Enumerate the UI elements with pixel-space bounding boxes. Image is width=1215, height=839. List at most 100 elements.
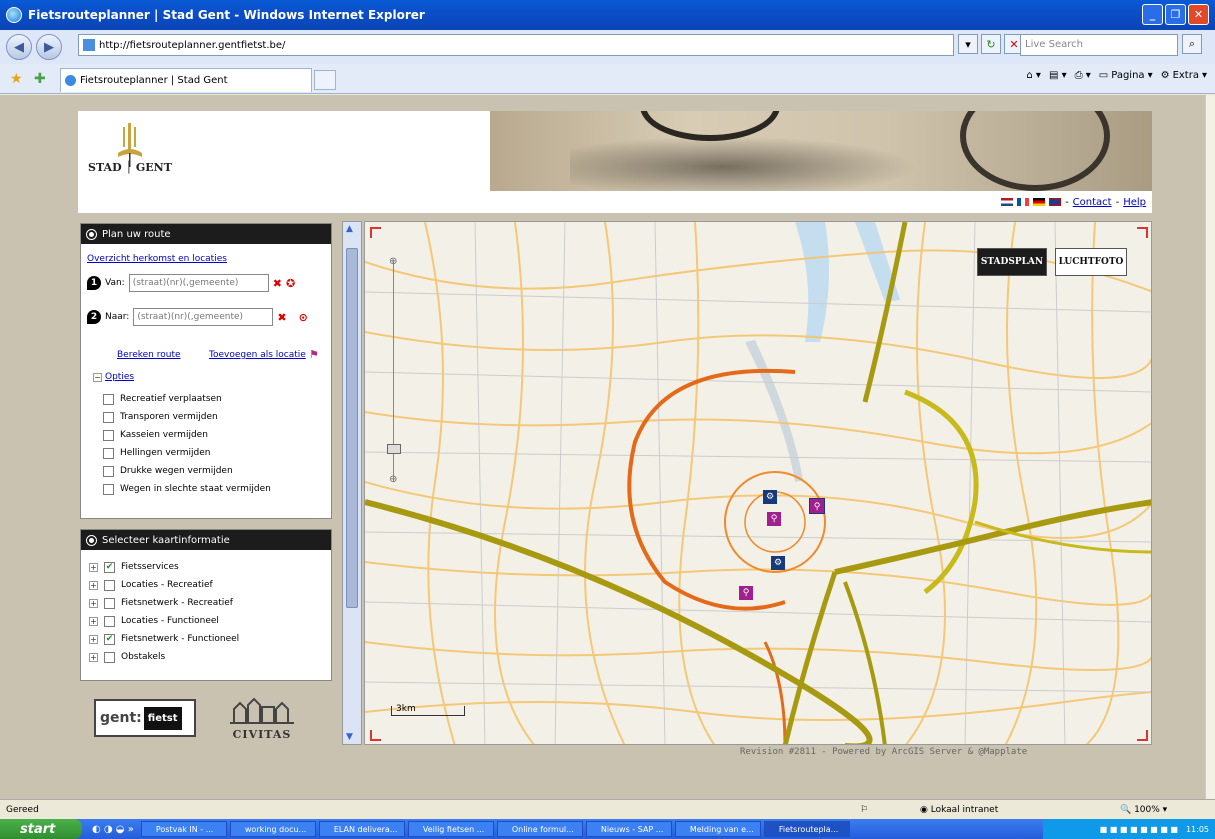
minimize-button[interactable]: _ [1142,4,1163,25]
dropdown-icon[interactable]: ▾ [958,34,978,54]
bike-parking-marker[interactable]: ⚲ [809,498,825,514]
expand-icon[interactable]: + [89,562,98,572]
option-checkbox[interactable] [103,483,114,495]
bike-parking-marker[interactable]: ⚲ [739,586,753,600]
home-icon[interactable]: ⌂ ▾ [1026,70,1041,81]
layer-checkbox[interactable] [104,651,115,663]
stadsplan-button[interactable]: STADSPLAN [977,248,1047,276]
taskbar-item[interactable]: Melding van e... [674,821,761,837]
site-logo[interactable]: STAD │ GENT [78,111,490,191]
expand-icon[interactable]: + [89,634,98,644]
add-favorite-icon[interactable]: ✚ [34,71,46,87]
taskbar-item[interactable]: Postvak IN - ... [140,821,227,837]
search-input[interactable]: Live Search [1020,34,1178,56]
layers-panel-header[interactable]: Selecteer kaartinformatie [81,530,331,550]
layer-row[interactable]: + Fietsnetwerk - Recreatief [89,594,331,612]
taskbar-item[interactable]: Nieuws - SAP ... [585,821,672,837]
expand-icon[interactable]: + [89,616,98,626]
to-input[interactable]: (straat)(nr)(,gemeente) [133,308,274,326]
route-panel-header[interactable]: Plan uw route [81,224,331,244]
calculate-route-link[interactable]: Bereken route [117,350,181,360]
help-link[interactable]: Help [1123,197,1146,208]
scroll-down-icon[interactable]: ▼ [346,732,353,742]
zoom-handle[interactable] [387,444,401,454]
maximize-button[interactable]: ❐ [1165,4,1186,25]
option-row[interactable]: Hellingen vermijden [103,444,271,462]
tab-fietsrouteplanner[interactable]: Fietsrouteplanner | Stad Gent [60,68,312,92]
page-menu[interactable]: ▭ Pagina ▾ [1099,70,1153,81]
expand-icon[interactable]: + [89,652,98,662]
layer-checkbox[interactable]: ✔ [104,633,115,645]
option-row[interactable]: Transporen vermijden [103,408,271,426]
option-row[interactable]: Recreatief verplaatsen [103,390,271,408]
back-button[interactable]: ◀ [6,34,32,60]
taskbar-item[interactable]: Online formul... [496,821,583,837]
option-checkbox[interactable] [103,465,114,477]
bike-parking-marker[interactable]: ⚲ [767,512,781,526]
search-icon[interactable]: ⌕ [1182,34,1202,54]
tools-menu[interactable]: ⚙ Extra ▾ [1161,70,1207,81]
option-checkbox[interactable] [103,447,114,459]
taskbar-item[interactable]: Veilig fietsen ... [407,821,494,837]
zoom-out-icon[interactable]: ⊖ [389,474,397,485]
close-button[interactable]: ✕ [1188,4,1209,25]
layer-row[interactable]: + Locaties - Functioneel [89,612,331,630]
feeds-icon[interactable]: ▤ ▾ [1049,70,1067,81]
add-location-icon[interactable]: ⚑ [309,348,319,361]
option-checkbox[interactable] [103,393,114,405]
start-button[interactable]: start [0,819,82,839]
flag-fr-icon[interactable] [1017,198,1030,206]
tray-icons[interactable]: ■ ■ ■ ■ ■ ■ ■ ■ [1100,825,1178,834]
layer-row[interactable]: + Obstakels [89,648,331,666]
layer-checkbox[interactable] [104,597,115,609]
gent-fietst-logo[interactable]: gent: fietst [94,699,196,737]
panel-scrollbar[interactable]: ▲ ▼ [342,221,362,745]
bike-service-marker[interactable]: ⚙ [763,490,777,504]
forward-button[interactable]: ▶ [36,34,62,60]
luchtfoto-button[interactable]: LUCHTFOTO [1055,248,1127,276]
layer-row[interactable]: + ✔ Fietsservices [89,558,331,576]
page-scrollbar[interactable] [1205,95,1215,799]
from-input[interactable]: (straat)(nr)(,gemeente) [128,274,269,292]
zoom-level[interactable]: 🔍 100% ▾ [1120,805,1167,815]
quicklaunch-icons[interactable]: ◐ ◑ ◒ » [92,824,134,835]
civitas-logo[interactable]: CIVITAS [228,695,296,741]
refresh-icon[interactable]: ↻ [981,34,1001,54]
layer-checkbox[interactable]: ✔ [104,561,115,573]
contact-link[interactable]: Contact [1073,197,1112,208]
zone-indicator[interactable]: ◉ Lokaal intranet [920,805,1120,815]
scroll-thumb[interactable] [346,248,358,608]
new-tab-button[interactable] [314,70,336,90]
flag-nl-icon[interactable] [1001,198,1014,206]
overview-link[interactable]: Overzicht herkomst en locaties [87,254,227,264]
locate-from-icon[interactable]: ✪ [286,277,295,290]
layer-row[interactable]: + Locaties - Recreatief [89,576,331,594]
address-bar[interactable]: http://fietsrouteplanner.gentfietst.be/ [78,34,954,56]
clear-to-icon[interactable]: ✖ [277,311,286,324]
layer-row[interactable]: + ✔ Fietsnetwerk - Functioneel [89,630,331,648]
flag-en-icon[interactable] [1049,198,1062,206]
taskbar-item[interactable]: ELAN delivera... [318,821,405,837]
scroll-up-icon[interactable]: ▲ [346,224,353,234]
bike-service-marker[interactable]: ⚙ [771,556,785,570]
option-row[interactable]: Kasseien vermijden [103,426,271,444]
taskbar-item[interactable]: working docu... [229,821,316,837]
zoom-in-icon[interactable]: ⊕ [389,256,397,267]
collapse-options-icon[interactable]: − [93,372,102,382]
clear-from-icon[interactable]: ✖ [273,277,282,290]
taskbar-item-active[interactable]: Fietsroutepla... [763,821,850,837]
options-toggle[interactable]: Opties [105,372,134,382]
option-row[interactable]: Wegen in slechte staat vermijden [103,480,271,498]
favorites-star-icon[interactable]: ★ [10,71,23,87]
expand-icon[interactable]: + [89,580,98,590]
print-icon[interactable]: ⎙ ▾ [1075,70,1091,81]
option-row[interactable]: Drukke wegen vermijden [103,462,271,480]
map-canvas[interactable]: ⊕ ⊖ STADSPLAN LUCHTFOTO ⚙ ⚲ ⚲ ⚙ ⚲ 3km [364,221,1152,745]
option-checkbox[interactable] [103,429,114,441]
add-location-link[interactable]: Toevoegen als locatie [209,350,306,360]
locate-to-icon[interactable]: ⊙ [299,311,308,324]
expand-icon[interactable]: + [89,598,98,608]
layer-checkbox[interactable] [104,579,115,591]
option-checkbox[interactable] [103,411,114,423]
layer-checkbox[interactable] [104,615,115,627]
